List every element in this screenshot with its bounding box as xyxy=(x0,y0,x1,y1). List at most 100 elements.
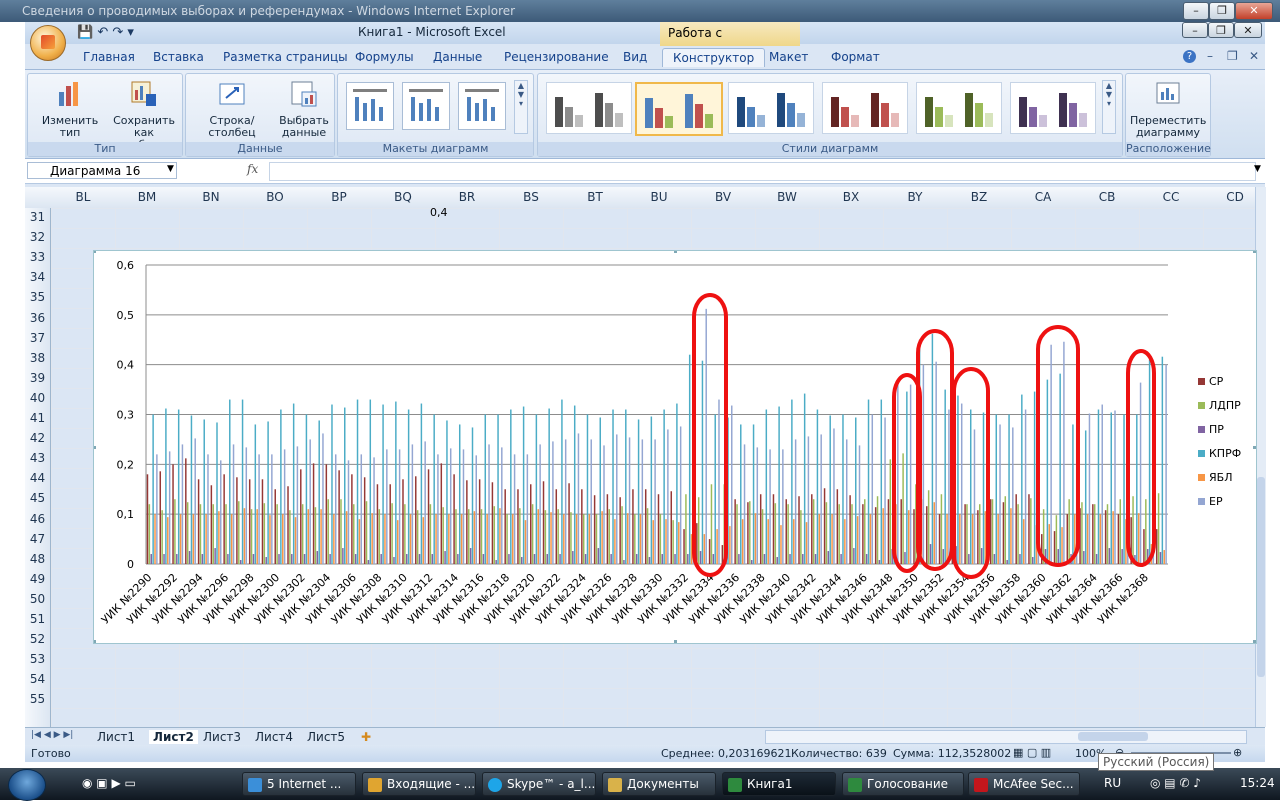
column-header-bs[interactable]: BS xyxy=(499,190,563,204)
taskbar-item-mail[interactable]: Входящие - ... xyxy=(362,772,476,796)
tab-data[interactable]: Данные xyxy=(433,50,482,64)
row-header-32[interactable]: 32 xyxy=(25,230,50,244)
insert-function-icon[interactable]: fx xyxy=(247,162,258,176)
row-header-42[interactable]: 42 xyxy=(25,431,50,445)
row-header-55[interactable]: 55 xyxy=(25,692,50,706)
row-header-44[interactable]: 44 xyxy=(25,471,50,485)
ribbon-close-icon[interactable]: ✕ xyxy=(1249,49,1259,63)
style-multicolor-thumb[interactable] xyxy=(635,82,723,136)
style-red-thumb[interactable] xyxy=(822,82,908,134)
column-header-bx[interactable]: BX xyxy=(819,190,883,204)
taskbar-item-skype[interactable]: Skype™ - a_l... xyxy=(482,772,596,796)
horizontal-scrollbar[interactable] xyxy=(765,730,1247,744)
column-header-bp[interactable]: BP xyxy=(307,190,371,204)
tab-home[interactable]: Главная xyxy=(83,50,135,64)
taskbar-item-ie[interactable]: 5 Internet ... xyxy=(242,772,356,796)
tab-insert[interactable]: Вставка xyxy=(153,50,204,64)
column-header-bz[interactable]: BZ xyxy=(947,190,1011,204)
row-header-37[interactable]: 37 xyxy=(25,331,50,345)
taskbar-item-vote[interactable]: Голосование xyxy=(842,772,964,796)
layouts-scroll[interactable]: ▲ ▼ ▾ xyxy=(514,80,528,134)
start-button[interactable] xyxy=(8,769,46,801)
name-box-dropdown-icon[interactable]: ▼ xyxy=(167,164,174,174)
row-header-34[interactable]: 34 xyxy=(25,270,50,284)
row-header-46[interactable]: 46 xyxy=(25,512,50,526)
clock[interactable]: 15:24 xyxy=(1240,776,1275,790)
taskbar-item-excel[interactable]: Книга1 xyxy=(722,772,836,796)
tab-format[interactable]: Формат xyxy=(831,50,880,64)
row-header-31[interactable]: 31 xyxy=(25,210,50,224)
row-header-35[interactable]: 35 xyxy=(25,290,50,304)
style-gray-thumb[interactable] xyxy=(546,82,632,134)
move-chart-button[interactable]: Переместить диаграмму xyxy=(1130,80,1206,139)
change-chart-type-button[interactable]: Изменить тип диаграммы xyxy=(32,80,108,151)
sheet-tab-5[interactable]: Лист5 xyxy=(307,730,345,744)
vertical-scroll-thumb[interactable] xyxy=(1257,477,1265,677)
chart-area[interactable]: 0 0,1 0,2 0,3 0,4 0,5 0,6 УИК №2290 УИК №2292 УИК… xyxy=(93,250,1257,644)
sheet-nav-icons[interactable]: |◀ ◀ ▶ ▶| xyxy=(31,730,73,740)
quick-access-toolbar[interactable]: 💾 ↶ ↷ ▾ xyxy=(77,25,134,40)
style-blue-thumb[interactable] xyxy=(728,82,814,134)
column-header-bt[interactable]: BT xyxy=(563,190,627,204)
view-mode-icons[interactable]: ▦ ▢ ▥ xyxy=(1013,746,1051,759)
horizontal-scroll-thumb[interactable] xyxy=(1078,732,1148,741)
row-header-52[interactable]: 52 xyxy=(25,632,50,646)
column-header-bm[interactable]: BM xyxy=(115,190,179,204)
style-green-thumb[interactable] xyxy=(916,82,1002,134)
tab-formulas[interactable]: Формулы xyxy=(355,50,414,64)
tab-view[interactable]: Вид xyxy=(623,50,647,64)
layout-1-thumb[interactable] xyxy=(346,82,394,130)
ribbon-minimize-icon[interactable]: – xyxy=(1207,49,1213,63)
zoom-in-icon[interactable]: ⊕ xyxy=(1233,746,1242,759)
taskbar-item-documents[interactable]: Документы xyxy=(602,772,716,796)
layout-2-thumb[interactable] xyxy=(402,82,450,130)
row-header-33[interactable]: 33 xyxy=(25,250,50,264)
row-header-43[interactable]: 43 xyxy=(25,451,50,465)
select-data-button[interactable]: Выбрать данные xyxy=(278,80,330,139)
formula-input[interactable] xyxy=(269,162,1256,181)
help-icon[interactable]: ? xyxy=(1183,50,1196,63)
row-header-36[interactable]: 36 xyxy=(25,311,50,325)
style-purple-thumb[interactable] xyxy=(1010,82,1096,134)
sheet-tab-3[interactable]: Лист3 xyxy=(203,730,241,744)
expand-formula-icon[interactable]: ▼ xyxy=(1254,164,1261,174)
column-header-bl[interactable]: BL xyxy=(51,190,115,204)
tab-page-layout[interactable]: Разметка страницы xyxy=(223,50,348,64)
column-header-ca[interactable]: CA xyxy=(1011,190,1075,204)
column-header-cc[interactable]: CC xyxy=(1139,190,1203,204)
bar-chart[interactable]: 00,10,20,30,40,50,6УИК №2290УИК №2292УИК… xyxy=(94,251,1256,643)
row-header-45[interactable]: 45 xyxy=(25,491,50,505)
insert-sheet-icon[interactable]: ✚ xyxy=(361,730,371,744)
column-header-bv[interactable]: BV xyxy=(691,190,755,204)
name-box[interactable]: Диаграмма 16 xyxy=(27,162,177,179)
column-header-bq[interactable]: BQ xyxy=(371,190,435,204)
taskbar-item-mcafee[interactable]: McAfee Sec... xyxy=(968,772,1080,796)
excel-minimize-icon[interactable]: – xyxy=(1182,22,1208,38)
column-header-bo[interactable]: BO xyxy=(243,190,307,204)
row-header-50[interactable]: 50 xyxy=(25,592,50,606)
row-header-51[interactable]: 51 xyxy=(25,612,50,626)
row-header-40[interactable]: 40 xyxy=(25,391,50,405)
row-header-38[interactable]: 38 xyxy=(25,351,50,365)
language-indicator[interactable]: RU xyxy=(1104,776,1121,790)
row-header-39[interactable]: 39 xyxy=(25,371,50,385)
close-icon[interactable]: ✕ xyxy=(1235,2,1273,20)
ribbon-restore-icon[interactable]: ❐ xyxy=(1227,49,1238,63)
restore-icon[interactable]: ❐ xyxy=(1209,2,1235,20)
column-header-cb[interactable]: CB xyxy=(1075,190,1139,204)
minimize-icon[interactable]: – xyxy=(1183,2,1209,20)
column-header-bw[interactable]: BW xyxy=(755,190,819,204)
switch-row-column-button[interactable]: Строка/столбец xyxy=(190,80,274,139)
excel-restore-icon[interactable]: ❐ xyxy=(1208,22,1234,38)
tab-review[interactable]: Рецензирование xyxy=(504,50,609,64)
layout-3-thumb[interactable] xyxy=(458,82,506,130)
tab-layout[interactable]: Макет xyxy=(769,50,808,64)
column-header-bn[interactable]: BN xyxy=(179,190,243,204)
row-header-48[interactable]: 48 xyxy=(25,552,50,566)
row-header-54[interactable]: 54 xyxy=(25,672,50,686)
row-header-49[interactable]: 49 xyxy=(25,572,50,586)
sheet-tab-1[interactable]: Лист1 xyxy=(97,730,135,744)
sheet-tab-4[interactable]: Лист4 xyxy=(255,730,293,744)
column-header-bu[interactable]: BU xyxy=(627,190,691,204)
excel-close-icon[interactable]: ✕ xyxy=(1234,22,1262,38)
